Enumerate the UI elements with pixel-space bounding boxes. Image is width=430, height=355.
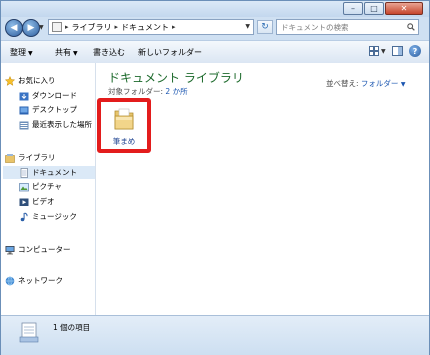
close-button[interactable]: ✕ <box>385 2 423 15</box>
nav-documents-label: ドキュメント <box>32 168 77 177</box>
item-count: 1 個の項目 <box>53 323 91 332</box>
chevron-right-icon[interactable]: ▸ <box>172 23 176 31</box>
library-locations-link[interactable]: 2 か所 <box>165 87 187 96</box>
address-dropdown-icon[interactable]: ▼ <box>245 23 250 30</box>
nav-network[interactable]: ネットワーク <box>5 274 63 287</box>
nav-desktop[interactable]: デスクトップ <box>19 103 77 116</box>
organize-button[interactable]: 整理 ▼ <box>10 47 33 58</box>
nav-downloads-label: ダウンロード <box>32 91 77 100</box>
nav-documents[interactable]: ドキュメント <box>3 166 95 179</box>
nav-videos[interactable]: ビデオ <box>19 195 55 208</box>
videos-icon <box>19 198 29 206</box>
nav-recent-places-label: 最近表示した場所 <box>32 120 92 129</box>
star-icon <box>5 75 15 86</box>
recent-places-icon <box>19 121 29 129</box>
downloads-folder-icon <box>19 92 29 100</box>
nav-pictures-label: ピクチャ <box>32 182 62 191</box>
chevron-down-icon: ▼ <box>400 81 406 88</box>
arrange-by: 並べ替え: フォルダー ▼ <box>326 78 405 89</box>
chevron-down-icon: ▼ <box>28 50 33 57</box>
refresh-button[interactable]: ↻ <box>257 20 273 34</box>
content-pane: ドキュメント ライブラリ 対象フォルダー: 2 か所 並べ替え: フォルダー ▼… <box>96 63 429 315</box>
network-icon <box>5 275 15 286</box>
nav-libraries-label: ライブラリ <box>18 153 56 162</box>
nav-pictures[interactable]: ピクチャ <box>19 180 62 193</box>
nav-music-label: ミュージック <box>32 212 77 221</box>
chevron-right-icon[interactable]: ▸ <box>115 23 119 31</box>
nav-music[interactable]: ミュージック <box>19 210 77 223</box>
folder-item[interactable]: 筆まめ <box>97 98 151 153</box>
share-label: 共有 <box>55 48 71 57</box>
address-row: ◀ ▶ ▼ ▸ ライブラリ ▸ ドキュメント ▸ ▼ ↻ <box>1 16 429 40</box>
command-bar: 整理 ▼ 共有 ▼ 書き込む 新しいフォルダー ▼ ? <box>1 40 429 64</box>
help-icon[interactable]: ? <box>409 45 421 57</box>
forward-button[interactable]: ▶ <box>22 19 40 37</box>
nav-favorites-label: お気に入り <box>18 76 56 85</box>
chevron-down-icon: ▼ <box>381 47 386 55</box>
search-icon[interactable] <box>407 23 415 31</box>
nav-network-label: ネットワーク <box>18 276 63 285</box>
nav-desktop-label: デスクトップ <box>32 105 77 114</box>
music-icon <box>20 212 28 221</box>
search-input[interactable] <box>281 21 401 33</box>
desktop-icon <box>19 106 29 114</box>
maximize-button[interactable]: □ <box>364 2 384 15</box>
nav-recent-places[interactable]: 最近表示した場所 <box>19 118 92 131</box>
view-options-button[interactable]: ▼ <box>369 45 386 57</box>
arrange-by-dropdown[interactable]: フォルダー ▼ <box>361 79 406 88</box>
search-box[interactable] <box>276 19 419 35</box>
library-locations: 対象フォルダー: 2 か所 <box>108 86 188 97</box>
organize-label: 整理 <box>10 48 26 57</box>
computer-icon <box>5 245 15 254</box>
folder-name: 筆まめ <box>112 137 136 146</box>
status-bar: 1 個の項目 <box>1 315 429 355</box>
nav-computer-label: コンピューター <box>18 245 71 254</box>
documents-library-icon <box>19 322 39 343</box>
forward-arrow-icon: ▶ <box>27 22 35 33</box>
recent-pages-dropdown[interactable]: ▼ <box>39 24 44 31</box>
nav-computer[interactable]: コンピューター <box>5 243 71 256</box>
pictures-icon <box>19 182 29 191</box>
breadcrumb-documents[interactable]: ドキュメント <box>121 22 169 33</box>
arrange-by-value: フォルダー <box>360 79 399 88</box>
nav-videos-label: ビデオ <box>32 197 55 206</box>
nav-downloads[interactable]: ダウンロード <box>19 89 77 102</box>
back-button[interactable]: ◀ <box>5 19 23 37</box>
back-arrow-icon: ◀ <box>10 22 18 33</box>
chevron-down-icon: ▼ <box>73 50 78 57</box>
burn-button[interactable]: 書き込む <box>93 47 125 58</box>
location-icon <box>52 22 62 32</box>
breadcrumb-libraries[interactable]: ライブラリ <box>72 22 112 33</box>
preview-pane-button[interactable] <box>392 45 403 57</box>
explorer-window: – □ ✕ ◀ ▶ ▼ ▸ ライブラリ ▸ ドキュメント ▸ ▼ ↻ 整理▼ 共 <box>0 0 430 355</box>
folder-icon <box>114 108 134 130</box>
refresh-icon: ↻ <box>261 22 269 32</box>
documents-icon <box>20 167 28 178</box>
nav-favorites[interactable]: お気に入り <box>5 74 56 87</box>
libraries-icon <box>5 153 15 163</box>
library-title: ドキュメント ライブラリ <box>108 71 244 85</box>
new-folder-button[interactable]: 新しいフォルダー <box>138 47 202 58</box>
share-button[interactable]: 共有 ▼ <box>55 47 78 58</box>
library-locations-label: 対象フォルダー: <box>108 87 164 96</box>
chevron-right-icon[interactable]: ▸ <box>65 23 69 31</box>
title-bar: – □ ✕ <box>1 1 429 17</box>
preview-pane-icon <box>392 46 403 56</box>
nav-libraries[interactable]: ライブラリ <box>5 151 56 164</box>
address-bar[interactable]: ▸ ライブラリ ▸ ドキュメント ▸ ▼ <box>48 19 254 35</box>
minimize-button[interactable]: – <box>343 2 363 15</box>
window-controls: – □ ✕ <box>343 2 423 15</box>
arrange-by-label: 並べ替え: <box>326 79 359 88</box>
view-icon <box>369 46 379 56</box>
navigation-pane: お気に入り ダウンロード デスクトップ 最近表示した場所 ライブラリ ドキュメン… <box>1 63 96 315</box>
